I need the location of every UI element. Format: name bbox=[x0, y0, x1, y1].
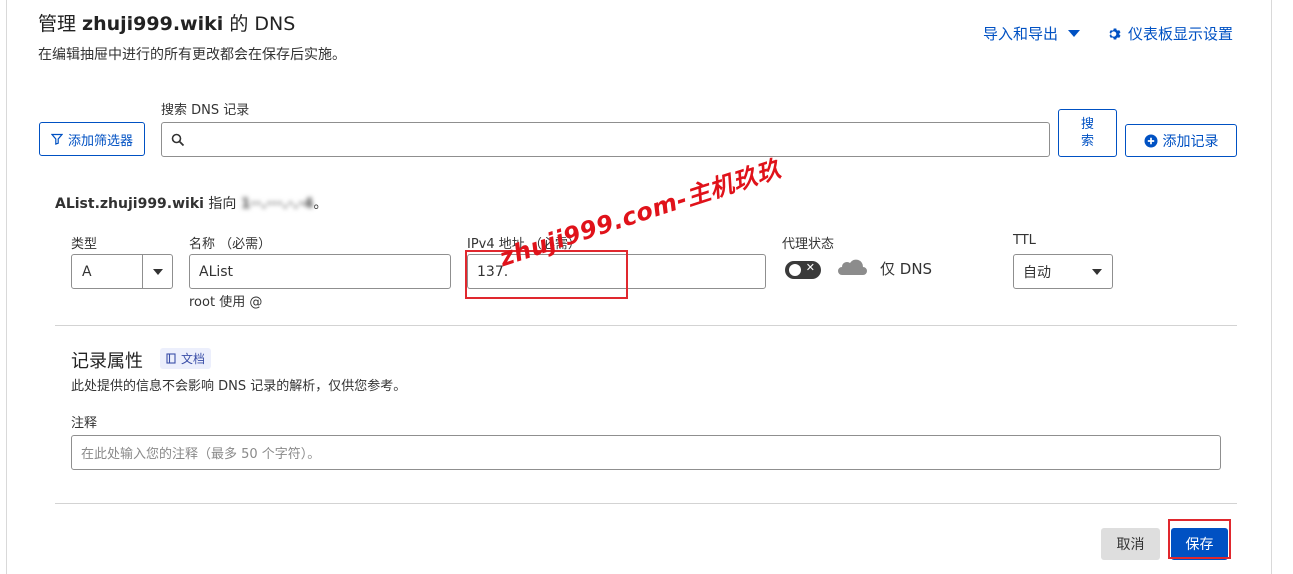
ttl-select-value: 自动 bbox=[1023, 264, 1051, 281]
highlight-box-save bbox=[1168, 519, 1231, 559]
filter-icon bbox=[50, 133, 63, 145]
cloud-icon bbox=[838, 259, 867, 275]
search-button[interactable]: 搜 索 bbox=[1058, 109, 1117, 157]
page-subtitle: 在编辑抽屉中进行的所有更改都会在保存后实施。 bbox=[38, 47, 346, 63]
type-label: 类型 bbox=[71, 237, 98, 252]
comment-placeholder: 在此处输入您的注释（最多 50 个字符）。 bbox=[81, 447, 321, 462]
import-export-dropdown[interactable]: 导入和导出 bbox=[983, 23, 1081, 44]
gear-icon bbox=[1109, 27, 1121, 40]
proxy-status-label: 代理状态 bbox=[782, 237, 835, 252]
caret-down-icon bbox=[1068, 30, 1081, 37]
page-title-domain: zhuji999.wiki bbox=[82, 13, 224, 35]
search-label: 搜索 DNS 记录 bbox=[161, 103, 250, 118]
close-icon: ✕ bbox=[805, 261, 815, 274]
type-select-value: A bbox=[82, 263, 92, 280]
dashboard-settings-link[interactable]: 仪表板显示设置 bbox=[1108, 23, 1233, 44]
type-select-toggle[interactable] bbox=[142, 255, 172, 288]
divider bbox=[55, 503, 1237, 504]
proxy-toggle[interactable]: ✕ bbox=[785, 261, 821, 279]
caret-down-icon bbox=[152, 268, 163, 275]
attributes-description: 此处提供的信息不会影响 DNS 记录的解析，仅供您参考。 bbox=[71, 379, 407, 394]
add-filter-button[interactable]: 添加筛选器 bbox=[39, 122, 145, 156]
comment-label: 注释 bbox=[71, 416, 98, 431]
divider bbox=[55, 325, 1237, 326]
name-input[interactable]: AList bbox=[189, 254, 451, 289]
caret-down-icon bbox=[1092, 269, 1102, 275]
ttl-label: TTL bbox=[1013, 233, 1036, 248]
record-summary: AList.zhuji999.wiki 指向 1··.···.·.·4。 bbox=[55, 196, 328, 212]
name-input-value: AList bbox=[199, 263, 234, 280]
name-hint: root 使用 @ bbox=[189, 295, 263, 310]
page-title: 管理 zhuji999.wiki 的 DNS bbox=[38, 13, 296, 35]
ttl-select[interactable]: 自动 bbox=[1013, 254, 1113, 289]
search-input[interactable] bbox=[161, 122, 1050, 157]
record-summary-ip-masked: 1··.···.·.·4 bbox=[240, 196, 314, 212]
add-record-label: 添加记录 bbox=[1162, 133, 1219, 150]
toggle-knob bbox=[789, 264, 801, 276]
docs-badge-label: 文档 bbox=[181, 352, 206, 366]
type-select[interactable]: A bbox=[71, 254, 173, 289]
plus-circle-icon bbox=[1144, 134, 1157, 147]
record-summary-name: AList.zhuji999.wiki bbox=[55, 196, 204, 212]
dashboard-settings-label: 仪表板显示设置 bbox=[1128, 25, 1234, 43]
import-export-label: 导入和导出 bbox=[983, 25, 1059, 43]
proxy-status-text: 仅 DNS bbox=[880, 260, 933, 278]
attributes-heading: 记录属性 bbox=[71, 351, 143, 372]
add-record-button[interactable]: 添加记录 bbox=[1125, 124, 1237, 157]
add-filter-label: 添加筛选器 bbox=[67, 133, 133, 149]
docs-badge[interactable]: 文档 bbox=[160, 348, 212, 369]
comment-input[interactable]: 在此处输入您的注释（最多 50 个字符）。 bbox=[71, 435, 1221, 470]
book-icon bbox=[166, 353, 176, 364]
name-label: 名称 （必需） bbox=[189, 237, 272, 252]
cancel-button[interactable]: 取消 bbox=[1101, 528, 1160, 560]
search-icon bbox=[171, 133, 185, 146]
